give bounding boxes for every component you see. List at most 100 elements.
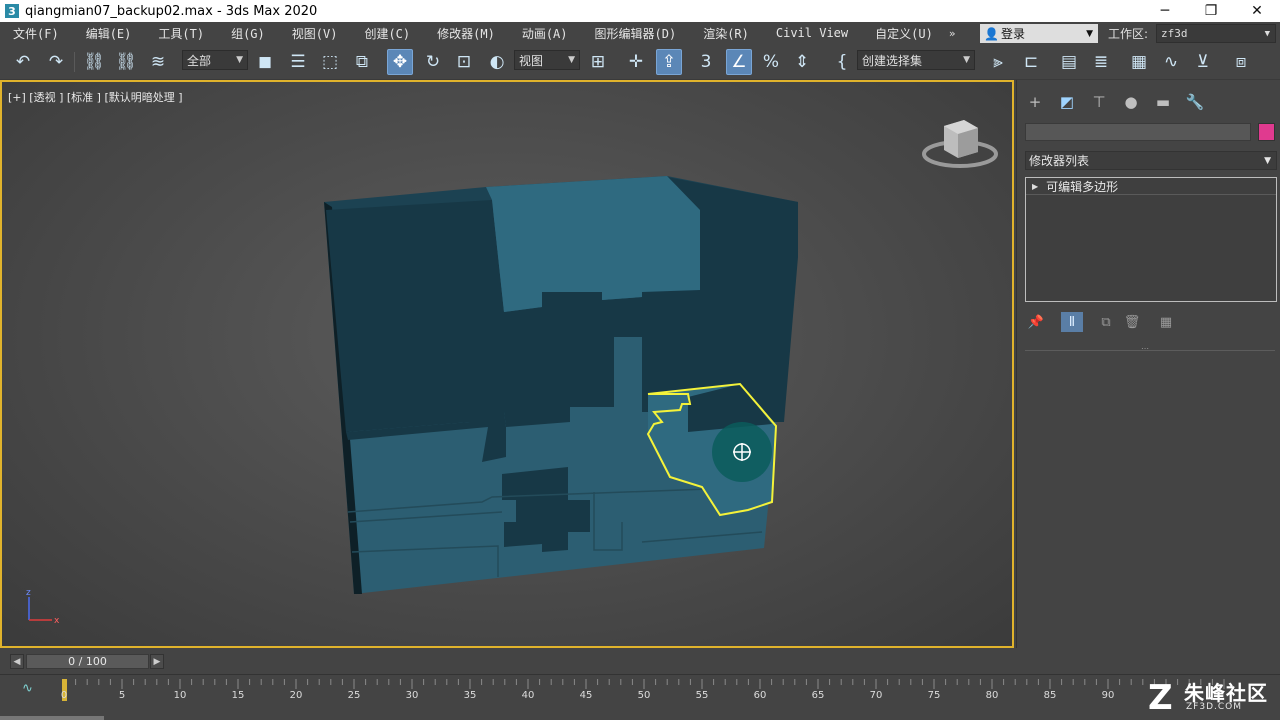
angle-snap-icon[interactable]: ∠ [726,49,752,75]
object-name-field[interactable] [1025,123,1251,141]
scene-explorer-icon[interactable]: ▤ [1056,49,1082,75]
unlink-icon[interactable]: ⛓ [113,49,139,75]
command-panel: + ◩ ⊤ ● ▬ 🔧 修改器列表 ▼ ▶ 可编辑多边形 📌 Ⅱ ⧉ 🗑 ▦ ⋯ [1016,80,1280,648]
rollout-grip-icon[interactable]: ⋯ [1141,345,1155,353]
login-label: 登录 [1000,27,1025,41]
axis-x-label: x [54,616,60,626]
remove-modifier-icon[interactable]: 🗑 [1121,312,1143,332]
material-editor-icon[interactable]: ⧈ [1228,49,1254,75]
edit-named-selection-icon[interactable]: { [829,49,855,75]
selection-filter-value: 全部 [187,53,212,68]
schematic-view-icon[interactable]: ⊻ [1190,49,1216,75]
object-color-swatch[interactable] [1258,123,1275,141]
select-manipulate-icon[interactable]: ✛ [623,49,649,75]
menu-file[interactable]: 文件(F) [0,25,73,42]
workspace-value: zf3d [1161,27,1188,40]
perspective-viewport[interactable]: z x [+] [透视 ] [标准 ] [默认明暗处理 ] [0,80,1014,648]
menu-group[interactable]: 组(G) [218,25,279,42]
reference-coordinate-dropdown[interactable]: 视图 ▼ [514,50,580,70]
menu-views[interactable]: 视图(V) [279,25,352,42]
menu-customize[interactable]: 自定义(U) [862,25,947,42]
close-button[interactable]: ✕ [1234,0,1280,22]
main-toolbar: ↶ ↷ ⛓ ⛓ ≋ 全部 ▼ ◼ ☰ ⬚ ⧉ ✥ ↻ ⊡ ◐ 视图 ▼ ⊞ ✛ … [0,44,1280,80]
time-slider-thumb[interactable]: 0 / 100 [26,654,149,669]
hierarchy-tab-icon[interactable]: ⊤ [1087,92,1111,112]
redo-icon[interactable]: ↷ [43,49,69,75]
utilities-tab-icon[interactable]: 🔧 [1183,92,1207,112]
ruler-tick-label: 50 [638,690,651,701]
axis-tripod: z x [26,588,60,626]
menu-civil-view[interactable]: Civil View [763,26,862,40]
select-rotate-icon[interactable]: ↻ [420,49,446,75]
stack-item-label: 可编辑多边形 [1046,179,1119,194]
bind-space-warp-icon[interactable]: ≋ [145,49,171,75]
ruler-tick-label: 65 [812,690,825,701]
mini-curve-editor-icon[interactable]: ∿ [22,681,33,696]
select-by-name-icon[interactable]: ☰ [285,49,311,75]
frame-ruler[interactable]: 5 10 15 20 25 30 35 40 45 50 55 60 65 70 75 80 85 90 0 [0,675,1280,720]
select-place-icon[interactable]: ◐ [484,49,510,75]
create-tab-icon[interactable]: + [1023,92,1047,112]
modifier-list-dropdown[interactable]: 修改器列表 ▼ [1025,151,1277,170]
link-icon[interactable]: ⛓ [81,49,107,75]
menu-overflow-icon[interactable]: » [949,27,963,40]
menu-create[interactable]: 创建(C) [351,25,424,42]
expand-triangle-icon[interactable]: ▶ [1032,182,1038,191]
toggle-ribbon-icon[interactable]: ▦ [1126,49,1152,75]
percent-snap-icon[interactable]: % [758,49,784,75]
mirror-icon[interactable]: ⫸ [985,49,1011,75]
prev-frame-icon[interactable]: ◀ [10,654,24,669]
user-icon: 👤 [984,26,999,41]
rect-selection-icon[interactable]: ⬚ [317,49,343,75]
modifier-stack[interactable]: ▶ 可编辑多边形 [1025,177,1277,302]
make-unique-icon[interactable]: ⧉ [1095,312,1117,332]
select-scale-icon[interactable]: ⊡ [451,49,477,75]
layer-explorer-icon[interactable]: ≣ [1088,49,1114,75]
workspace-dropdown[interactable]: zf3d ▼ [1156,24,1276,43]
menu-graph-editors[interactable]: 图形编辑器(D) [582,25,691,42]
display-tab-icon[interactable]: ▬ [1151,92,1175,112]
pin-stack-icon[interactable]: 📌 [1025,312,1047,332]
ruler-tick-label: 0 [61,690,67,701]
menu-edit[interactable]: 编辑(E) [73,25,146,42]
reference-coordinate-value: 视图 [519,53,544,68]
named-selection-dropdown[interactable]: 创建选择集 ▼ [857,50,975,70]
align-icon[interactable]: ⊏ [1018,49,1044,75]
ruler-tick-label: 45 [580,690,593,701]
time-slider: ◀ 0 / 100 ▶ [0,650,1280,674]
select-object-icon[interactable]: ◼ [252,49,278,75]
use-pivot-icon[interactable]: ⊞ [585,49,611,75]
menu-rendering[interactable]: 渲染(R) [690,25,763,42]
svg-text:Z: Z [1148,678,1173,717]
track-scrollbar[interactable] [0,716,104,720]
window-crossing-icon[interactable]: ⧉ [349,49,375,75]
menu-modifiers[interactable]: 修改器(M) [424,25,509,42]
minimize-button[interactable]: ─ [1142,0,1188,22]
stack-item-editable-poly[interactable]: ▶ 可编辑多边形 [1026,178,1276,195]
configure-modifier-sets-icon[interactable]: ▦ [1155,312,1177,332]
snaps-toggle-icon[interactable]: 3 [693,49,719,75]
keyboard-shortcut-override-icon[interactable]: ⇪ [656,49,682,75]
modifier-list-label: 修改器列表 [1029,154,1090,168]
select-move-icon[interactable]: ✥ [387,49,413,75]
spinner-snap-icon[interactable]: ⇕ [789,49,815,75]
menu-animation[interactable]: 动画(A) [509,25,582,42]
viewport-label[interactable]: [+] [透视 ] [标准 ] [默认明暗处理 ] [8,89,183,105]
chevron-down-icon: ▼ [236,55,243,65]
selection-filter-dropdown[interactable]: 全部 ▼ [182,50,248,70]
track-bar[interactable]: 5 10 15 20 25 30 35 40 45 50 55 60 65 70 75 80 85 90 0 ∿ [0,674,1280,720]
login-dropdown[interactable]: 👤 登录 ▼ [980,24,1098,43]
curve-editor-icon[interactable]: ∿ [1158,49,1184,75]
ruler-tick-label: 75 [928,690,941,701]
motion-tab-icon[interactable]: ● [1119,92,1143,112]
modify-tab-icon[interactable]: ◩ [1055,92,1079,112]
undo-icon[interactable]: ↶ [10,49,36,75]
show-end-result-icon[interactable]: Ⅱ [1061,312,1083,332]
menu-tools[interactable]: 工具(T) [145,25,218,42]
next-frame-icon[interactable]: ▶ [150,654,164,669]
viewcube[interactable] [922,120,998,168]
maximize-button[interactable]: ❐ [1188,0,1234,22]
ruler-tick-label: 30 [406,690,419,701]
ruler-tick-label: 55 [696,690,709,701]
toolbar-separator [74,52,75,72]
